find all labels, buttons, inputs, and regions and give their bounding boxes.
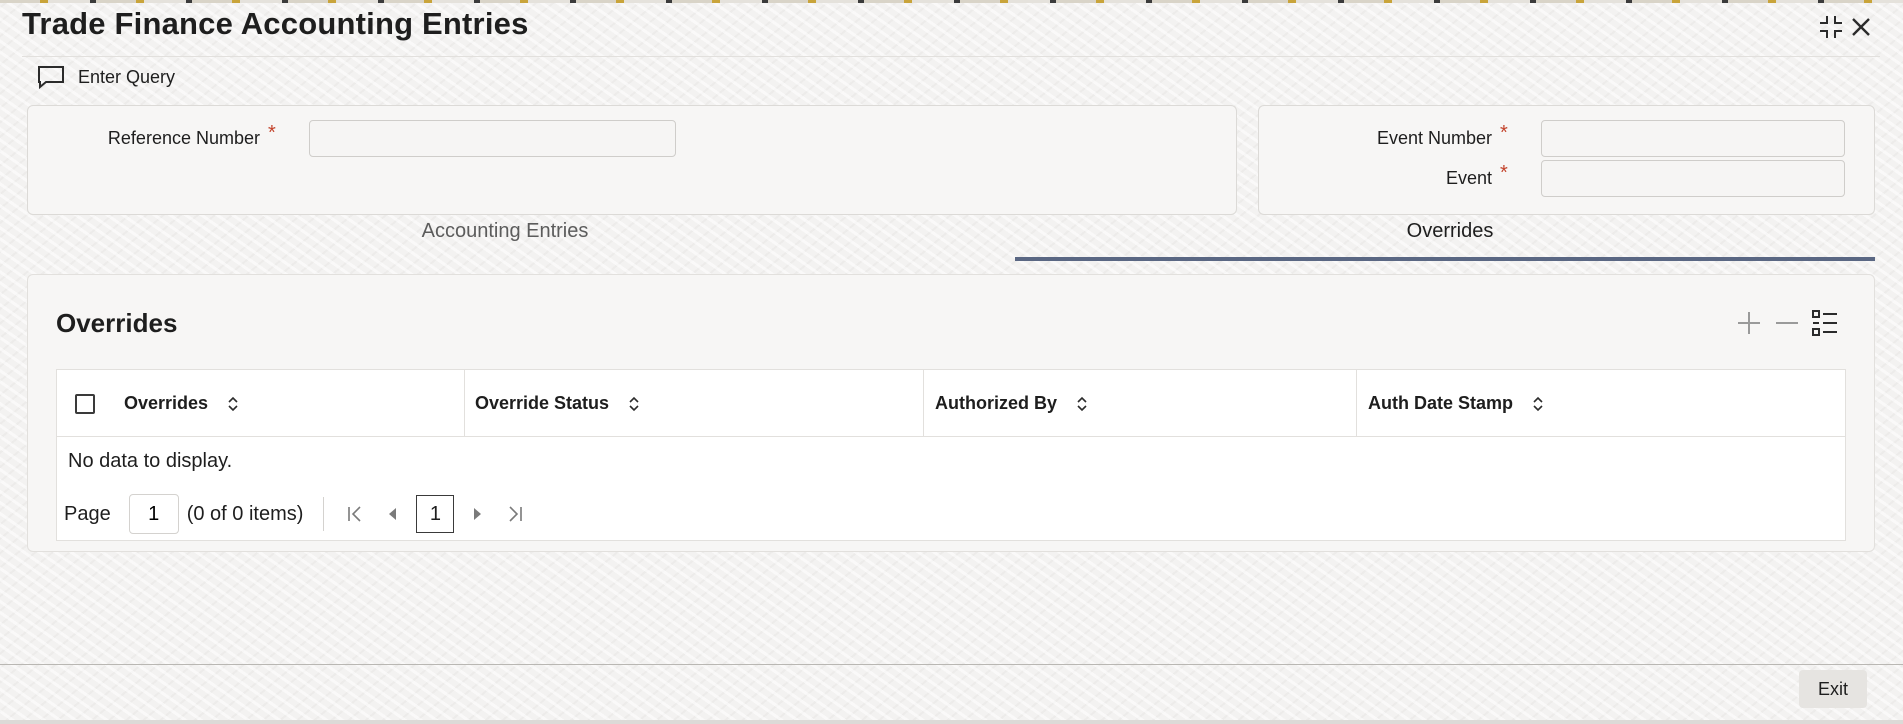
column-header-auth-date-stamp[interactable]: Auth Date Stamp [1368,370,1545,437]
exit-button[interactable]: Exit [1799,670,1867,708]
column-list-icon[interactable] [1808,306,1842,340]
first-page-icon[interactable] [340,499,370,529]
previous-page-icon[interactable] [378,499,408,529]
column-header-overrides[interactable]: Overrides [124,370,240,437]
column-divider [1356,370,1357,437]
required-asterisk: * [1500,162,1508,184]
sort-icon [1533,396,1543,411]
active-tab-indicator [1015,257,1875,261]
last-page-icon[interactable] [500,499,530,529]
column-header-label: Override Status [475,393,610,413]
select-all-checkbox[interactable] [75,394,95,414]
current-page-button[interactable]: 1 [416,495,455,533]
column-divider [464,370,465,437]
required-asterisk: * [268,122,276,144]
column-header-label: Overrides [124,393,209,413]
event-label: Event [1445,168,1492,188]
empty-table-message: No data to display. [68,450,233,472]
column-header-label: Auth Date Stamp [1368,393,1514,413]
event-number-input[interactable] [1541,120,1845,157]
event-number-label: Event Number [1376,128,1492,148]
section-title: Overrides [56,308,178,338]
add-icon[interactable] [1732,306,1766,340]
top-decorative-strip [0,0,1903,3]
sort-icon [629,396,639,411]
enter-query-label: Enter Query [78,66,176,87]
overrides-table: Overrides Override Status Authorized By … [56,369,1846,541]
event-input[interactable] [1541,160,1845,197]
required-asterisk: * [1500,122,1508,144]
chat-bubble-icon [38,66,64,90]
next-page-icon[interactable] [462,499,492,529]
reference-number-input[interactable] [309,120,676,157]
tab-accounting-entries[interactable]: Accounting Entries [380,220,630,243]
page-label: Page [64,502,111,525]
reference-number-label: Reference Number [107,128,260,148]
page-number-input[interactable] [128,494,179,534]
pagination: Page (0 of 0 items) 1 [64,494,538,534]
pager-divider [323,497,325,531]
column-header-label: Authorized By [935,393,1058,413]
column-divider [923,370,924,437]
item-count: (0 of 0 items) [186,502,304,525]
bottom-border [0,720,1903,724]
column-header-authorized-by[interactable]: Authorized By [935,370,1089,437]
footer-divider [0,664,1903,665]
tab-overrides[interactable]: Overrides [1340,220,1560,243]
page-title: Trade Finance Accounting Entries [22,6,529,41]
sort-icon [1077,396,1087,411]
column-header-override-status[interactable]: Override Status [475,370,641,437]
table-header: Overrides Override Status Authorized By … [57,370,1845,437]
remove-icon[interactable] [1770,306,1804,340]
title-divider [22,56,1880,57]
enter-query-button[interactable]: Enter Query [36,62,175,92]
collapse-icon[interactable] [1816,12,1846,42]
sort-icon [228,396,238,411]
close-icon[interactable] [1846,12,1876,42]
